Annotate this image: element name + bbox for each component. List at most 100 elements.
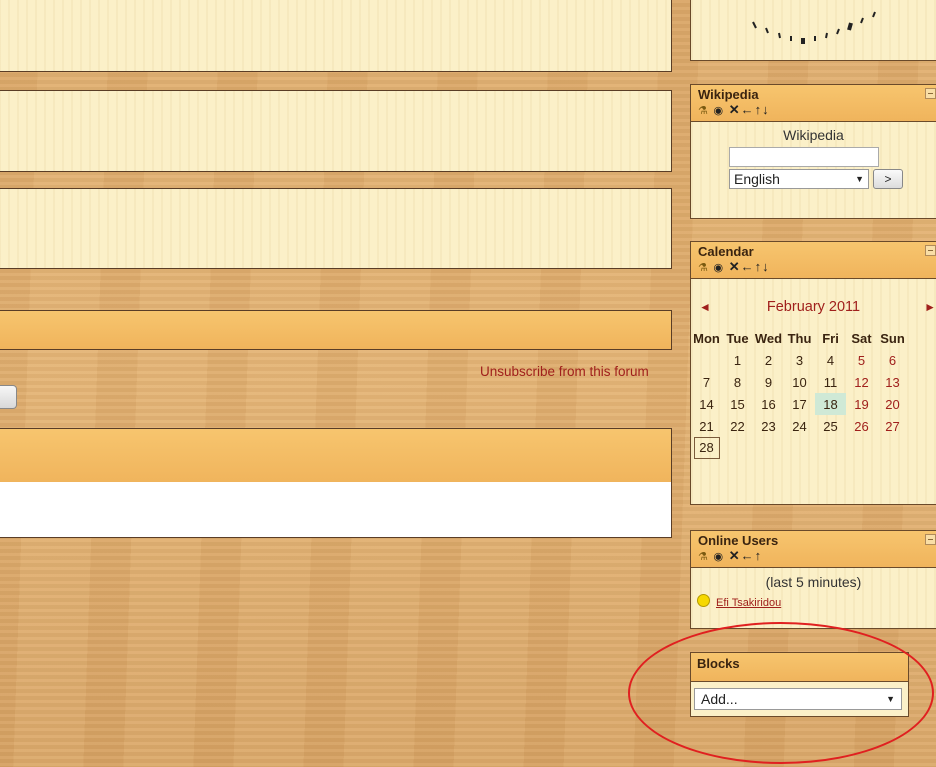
today-cell[interactable]: 18 xyxy=(815,393,846,415)
blocks-block-title: Blocks xyxy=(691,653,908,682)
block-controls: ⚗ ◉ ✕←↑↓ xyxy=(698,259,930,276)
online-users-block-header: Online Users ⚗ ◉ ✕←↑ xyxy=(690,530,936,568)
day-header: Tue xyxy=(726,330,749,346)
day-cell: 5 xyxy=(857,352,866,368)
eye-icon[interactable]: ◉ xyxy=(714,103,725,119)
arrow-down-icon[interactable]: ↓ xyxy=(762,259,770,275)
calendar-block-title: Calendar xyxy=(698,244,754,259)
day-cell xyxy=(691,349,722,371)
forum-header-band xyxy=(0,310,672,350)
partial-button[interactable] xyxy=(0,385,17,409)
day-cell: 4 xyxy=(826,352,835,368)
calendar-block-content: ◄ February 2011 ► Mon Tue Wed Thu Fri Sa… xyxy=(690,279,936,505)
post-panel-top xyxy=(0,0,672,72)
blocks-block: Blocks Add... ▼ xyxy=(690,652,909,717)
arrow-up-icon[interactable]: ↑ xyxy=(755,102,763,118)
day-cell: 6 xyxy=(888,352,897,368)
arrow-up-icon[interactable]: ↑ xyxy=(755,259,763,275)
wikipedia-block: Wikipedia ⚗ ◉ ✕←↑↓ Wikipedia English ▼ > xyxy=(690,84,936,219)
arrow-left-icon[interactable]: ← xyxy=(741,259,755,275)
roles-icon[interactable]: ⚗ xyxy=(698,260,709,276)
block-controls: ⚗ ◉ ✕←↑ xyxy=(698,548,930,565)
delete-icon[interactable]: ✕ xyxy=(729,259,741,275)
collapse-icon[interactable] xyxy=(925,534,936,545)
wikipedia-search-label: Wikipedia xyxy=(783,127,844,143)
unsubscribe-link[interactable]: Unsubscribe from this forum xyxy=(480,364,649,379)
collapse-icon[interactable] xyxy=(925,88,936,99)
day-cell: 14 xyxy=(699,396,714,412)
arrow-down-icon[interactable]: ↓ xyxy=(762,102,770,118)
selected-day-cell[interactable]: 28 xyxy=(693,437,720,459)
day-cell: 2 xyxy=(764,352,773,368)
online-user-name[interactable]: Efi Tsakiridou xyxy=(716,597,781,609)
chevron-down-icon: ▼ xyxy=(855,174,864,184)
day-cell: 21 xyxy=(699,418,714,434)
calendar-block: Calendar ⚗ ◉ ✕←↑↓ ◄ February 2011 ► Mon … xyxy=(690,241,936,505)
day-cell: 27 xyxy=(885,418,900,434)
block-controls: ⚗ ◉ ✕←↑↓ xyxy=(698,102,930,119)
day-cell: 13 xyxy=(885,374,900,390)
table-body xyxy=(0,482,672,538)
day-header: Wed xyxy=(754,330,783,346)
online-users-block: Online Users ⚗ ◉ ✕←↑ (last 5 minutes) Ef… xyxy=(690,530,936,629)
day-cell: 1 xyxy=(733,352,742,368)
language-select-value: English xyxy=(734,171,780,187)
day-header: Fri xyxy=(822,330,839,346)
day-header: Sun xyxy=(880,330,905,346)
day-cell: 9 xyxy=(764,374,773,390)
add-block-select[interactable]: Add... ▼ xyxy=(694,688,902,710)
prev-month-icon[interactable]: ◄ xyxy=(699,295,711,319)
roles-icon[interactable]: ⚗ xyxy=(698,549,709,565)
wikipedia-block-content: Wikipedia English ▼ > xyxy=(690,122,936,219)
post-panel-3 xyxy=(0,188,672,269)
day-cell: 8 xyxy=(733,374,742,390)
day-cell: 26 xyxy=(854,418,869,434)
day-header: Mon xyxy=(693,330,720,346)
wikipedia-block-title: Wikipedia xyxy=(698,87,759,102)
language-select[interactable]: English ▼ xyxy=(729,169,869,189)
user-avatar-icon xyxy=(697,594,710,607)
next-month-icon[interactable]: ► xyxy=(924,295,936,319)
clock-block xyxy=(690,0,936,61)
day-header: Sat xyxy=(851,330,872,346)
delete-icon[interactable]: ✕ xyxy=(729,102,741,118)
online-user-item[interactable]: Efi Tsakiridou xyxy=(691,590,936,609)
eye-icon[interactable]: ◉ xyxy=(714,260,725,276)
day-header: Thu xyxy=(787,330,812,346)
chevron-down-icon: ▼ xyxy=(886,694,895,704)
day-cell: 12 xyxy=(854,374,869,390)
calendar-month[interactable]: February 2011 xyxy=(767,299,860,315)
day-cell: 23 xyxy=(761,418,776,434)
table-header-band xyxy=(0,428,672,483)
wikipedia-search-input[interactable] xyxy=(729,147,879,167)
collapse-icon[interactable] xyxy=(925,245,936,256)
online-users-block-title: Online Users xyxy=(698,533,779,548)
post-panel-2 xyxy=(0,90,672,172)
day-cell: 20 xyxy=(885,396,900,412)
calendar-grid: Mon Tue Wed Thu Fri Sat Sun 1 2 3 4 5 6 … xyxy=(691,327,908,459)
day-cell: 10 xyxy=(792,374,807,390)
roles-icon[interactable]: ⚗ xyxy=(698,103,709,119)
arrow-left-icon[interactable]: ← xyxy=(741,102,755,118)
day-cell: 11 xyxy=(823,374,838,390)
add-block-select-value: Add... xyxy=(701,691,738,707)
day-cell: 15 xyxy=(730,396,745,412)
arrow-up-icon[interactable]: ↑ xyxy=(755,548,763,564)
delete-icon[interactable]: ✕ xyxy=(729,548,741,564)
arrow-left-icon[interactable]: ← xyxy=(741,548,755,564)
wikipedia-block-header: Wikipedia ⚗ ◉ ✕←↑↓ xyxy=(690,84,936,122)
calendar-nav: ◄ February 2011 ► xyxy=(691,295,936,319)
wikipedia-go-button[interactable]: > xyxy=(873,169,903,189)
day-cell: 17 xyxy=(792,396,807,412)
day-cell: 22 xyxy=(730,418,745,434)
eye-icon[interactable]: ◉ xyxy=(714,549,725,565)
day-cell: 25 xyxy=(823,418,838,434)
clock-icon xyxy=(752,11,876,44)
day-cell: 24 xyxy=(792,418,807,434)
day-cell: 3 xyxy=(795,352,804,368)
blocks-block-content: Add... ▼ xyxy=(691,682,908,716)
online-users-note: (last 5 minutes) xyxy=(765,574,862,590)
calendar-block-header: Calendar ⚗ ◉ ✕←↑↓ xyxy=(690,241,936,279)
day-cell: 19 xyxy=(854,396,869,412)
day-cell: 16 xyxy=(761,396,776,412)
